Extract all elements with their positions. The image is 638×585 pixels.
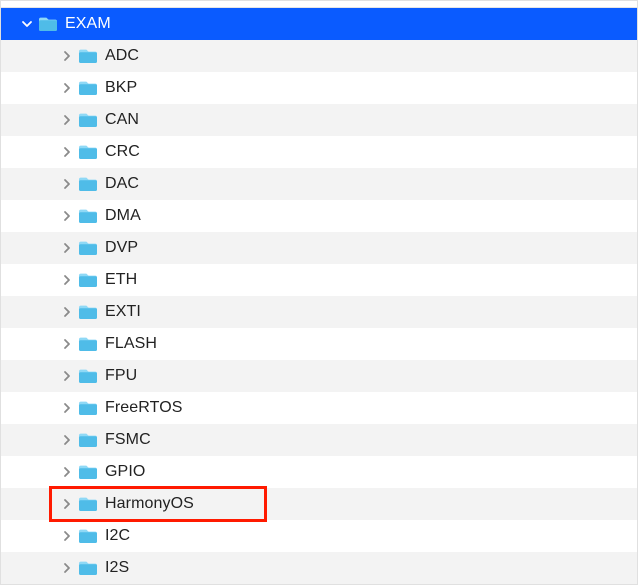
tree-row[interactable]: FSMC (1, 424, 637, 456)
chevron-right-icon[interactable] (59, 306, 75, 318)
chevron-right-icon[interactable] (59, 82, 75, 94)
tree-row[interactable]: CRC (1, 136, 637, 168)
tree-row[interactable]: I2S (1, 552, 637, 584)
folder-tree[interactable]: EXAM ADC BKP CAN CRC DAC DMA DVP ETH EXT… (1, 8, 637, 584)
folder-label: DAC (105, 175, 139, 193)
chevron-right-icon[interactable] (59, 338, 75, 350)
folder-label: DVP (105, 239, 138, 257)
tree-row[interactable]: FreeRTOS (1, 392, 637, 424)
tree-row[interactable]: ETH (1, 264, 637, 296)
tree-row[interactable]: DVP (1, 232, 637, 264)
folder-label: EXTI (105, 303, 141, 321)
chevron-right-icon[interactable] (59, 434, 75, 446)
folder-icon (77, 336, 99, 352)
folder-label: I2C (105, 527, 130, 545)
folder-label: ETH (105, 271, 137, 289)
folder-icon (77, 112, 99, 128)
folder-label: GPIO (105, 463, 145, 481)
folder-label: HarmonyOS (105, 495, 194, 513)
chevron-right-icon[interactable] (59, 210, 75, 222)
folder-icon (77, 240, 99, 256)
window-top-strip (1, 1, 637, 8)
folder-icon (37, 16, 59, 32)
folder-icon (77, 368, 99, 384)
tree-row[interactable]: HarmonyOS (1, 488, 637, 520)
tree-row[interactable]: DAC (1, 168, 637, 200)
tree-row[interactable]: BKP (1, 72, 637, 104)
chevron-right-icon[interactable] (59, 146, 75, 158)
folder-label: ADC (105, 47, 139, 65)
tree-row[interactable]: EXTI (1, 296, 637, 328)
tree-row[interactable]: DMA (1, 200, 637, 232)
folder-label: I2S (105, 559, 129, 577)
chevron-right-icon[interactable] (59, 530, 75, 542)
folder-icon (77, 400, 99, 416)
tree-row[interactable]: FLASH (1, 328, 637, 360)
tree-row[interactable]: CAN (1, 104, 637, 136)
folder-label: FreeRTOS (105, 399, 183, 417)
folder-icon (77, 432, 99, 448)
folder-icon (77, 144, 99, 160)
chevron-right-icon[interactable] (59, 466, 75, 478)
folder-icon (77, 208, 99, 224)
chevron-right-icon[interactable] (59, 242, 75, 254)
tree-row[interactable]: I2C (1, 520, 637, 552)
folder-label: CAN (105, 111, 139, 129)
tree-row[interactable]: GPIO (1, 456, 637, 488)
folder-icon (77, 176, 99, 192)
chevron-down-icon[interactable] (19, 18, 35, 30)
folder-icon (77, 528, 99, 544)
folder-label: BKP (105, 79, 137, 97)
tree-row-root[interactable]: EXAM (1, 8, 637, 40)
tree-row[interactable]: FPU (1, 360, 637, 392)
folder-label: EXAM (65, 15, 111, 33)
chevron-right-icon[interactable] (59, 114, 75, 126)
folder-icon (77, 48, 99, 64)
chevron-right-icon[interactable] (59, 274, 75, 286)
chevron-right-icon[interactable] (59, 50, 75, 62)
folder-icon (77, 80, 99, 96)
chevron-right-icon[interactable] (59, 498, 75, 510)
folder-icon (77, 496, 99, 512)
folder-icon (77, 464, 99, 480)
folder-label: FPU (105, 367, 137, 385)
chevron-right-icon[interactable] (59, 370, 75, 382)
chevron-right-icon[interactable] (59, 562, 75, 574)
folder-label: CRC (105, 143, 140, 161)
file-tree-window: EXAM ADC BKP CAN CRC DAC DMA DVP ETH EXT… (0, 0, 638, 585)
folder-icon (77, 272, 99, 288)
tree-row[interactable]: ADC (1, 40, 637, 72)
folder-label: FLASH (105, 335, 157, 353)
chevron-right-icon[interactable] (59, 178, 75, 190)
chevron-right-icon[interactable] (59, 402, 75, 414)
folder-icon (77, 560, 99, 576)
folder-label: FSMC (105, 431, 151, 449)
folder-label: DMA (105, 207, 141, 225)
folder-icon (77, 304, 99, 320)
